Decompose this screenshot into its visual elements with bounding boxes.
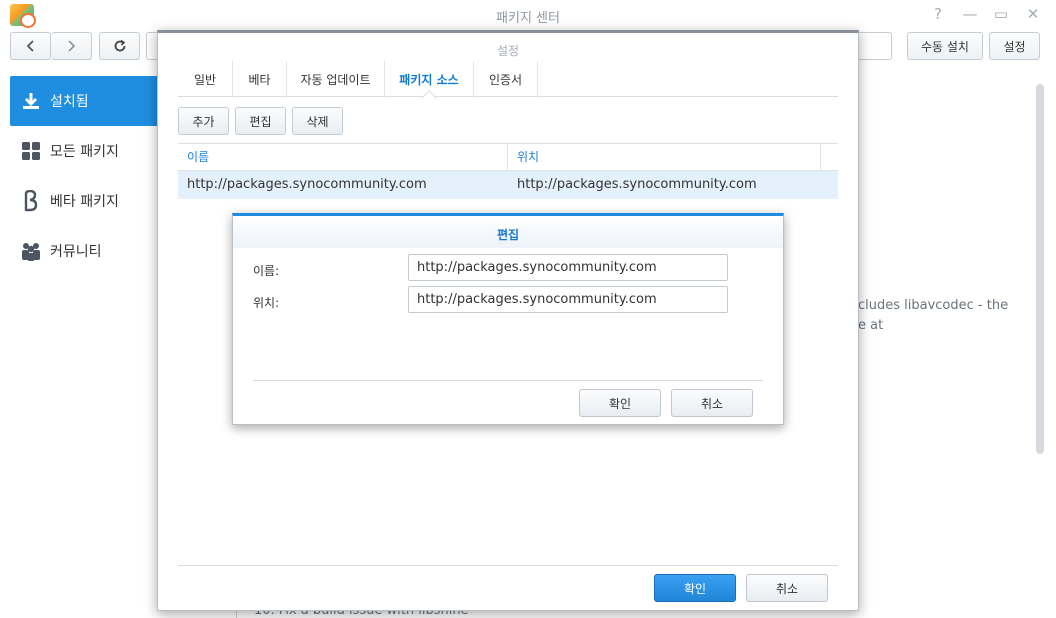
tab-certificates[interactable]: 인증서: [474, 61, 538, 97]
settings-cancel-button[interactable]: 취소: [746, 574, 828, 602]
minimize-icon[interactable]: —: [960, 5, 980, 23]
add-button[interactable]: 추가: [178, 107, 229, 135]
sidebar: 설치됨 모든 패키지 베타 패키지 커뮤니티: [10, 76, 158, 276]
download-icon: [20, 90, 42, 112]
sidebar-item-label: 커뮤니티: [50, 244, 102, 260]
location-field-label: 위치:: [253, 296, 280, 310]
chevron-left-icon: [26, 40, 34, 52]
row-name-cell: http://packages.synocommunity.com: [187, 177, 427, 192]
edit-dialog-header: 편집: [233, 216, 783, 248]
manual-install-button[interactable]: 수동 설치: [907, 32, 983, 60]
column-header-location[interactable]: 위치: [508, 144, 821, 171]
row-location-cell: http://packages.synocommunity.com: [517, 177, 757, 192]
background-scrollbar[interactable]: [1036, 84, 1044, 454]
table-row[interactable]: http://packages.synocommunity.com http:/…: [178, 171, 838, 199]
sidebar-item-beta-packages[interactable]: 베타 패키지: [10, 176, 158, 226]
community-icon: [20, 240, 42, 262]
beta-icon: [20, 190, 42, 212]
chevron-right-icon: [68, 40, 76, 52]
settings-button[interactable]: 설정: [989, 32, 1040, 60]
sidebar-item-label: 베타 패키지: [50, 194, 119, 210]
location-field[interactable]: http://packages.synocommunity.com: [408, 286, 728, 313]
sidebar-item-label: 설치됨: [50, 94, 89, 110]
forward-button[interactable]: [51, 32, 92, 60]
settings-ok-button[interactable]: 확인: [654, 574, 736, 602]
refresh-button[interactable]: [99, 32, 140, 60]
sidebar-item-all-packages[interactable]: 모든 패키지: [10, 126, 158, 176]
edit-ok-button[interactable]: 확인: [579, 389, 661, 417]
background-description-line: cludes libavcodec - the: [858, 298, 1009, 313]
window-titlebar: 패키지 센터 ? — ▭ ✕: [0, 0, 1056, 30]
column-header-name[interactable]: 이름: [178, 144, 508, 171]
background-description-line: e at: [858, 318, 884, 333]
sidebar-item-community[interactable]: 커뮤니티: [10, 226, 158, 276]
tab-auto-update[interactable]: 자동 업데이트: [287, 61, 385, 97]
grid-icon: [20, 140, 42, 162]
tab-general[interactable]: 일반: [178, 61, 233, 97]
refresh-icon: [114, 39, 125, 52]
edit-dialog: 편집 이름: http://packages.synocommunity.com…: [232, 213, 784, 425]
edit-footer-divider: [253, 380, 763, 381]
edit-cancel-button[interactable]: 취소: [671, 389, 753, 417]
tab-beta[interactable]: 베타: [233, 61, 287, 97]
table-header: 이름 위치: [178, 143, 838, 171]
name-field[interactable]: http://packages.synocommunity.com: [408, 254, 728, 281]
sidebar-item-label: 모든 패키지: [50, 144, 119, 160]
sidebar-item-installed[interactable]: 설치됨: [10, 76, 158, 126]
edit-button[interactable]: 편집: [235, 107, 286, 135]
name-field-label: 이름:: [253, 264, 280, 278]
settings-dialog-title: 설정: [496, 44, 520, 58]
edit-dialog-title: 편집: [496, 228, 520, 242]
tab-package-sources[interactable]: 패키지 소스: [385, 61, 474, 97]
window-title: 패키지 센터: [496, 11, 560, 26]
help-icon[interactable]: ?: [928, 5, 948, 23]
maximize-icon[interactable]: ▭: [991, 5, 1011, 23]
settings-tabs: 일반 베타 자동 업데이트 패키지 소스 인증서: [178, 61, 838, 97]
package-sources-table: 이름 위치 http://packages.synocommunity.com …: [178, 143, 838, 199]
close-icon[interactable]: ✕: [1023, 5, 1043, 23]
settings-footer-divider: [178, 565, 838, 566]
delete-button[interactable]: 삭제: [292, 107, 343, 135]
back-button[interactable]: [10, 32, 51, 60]
